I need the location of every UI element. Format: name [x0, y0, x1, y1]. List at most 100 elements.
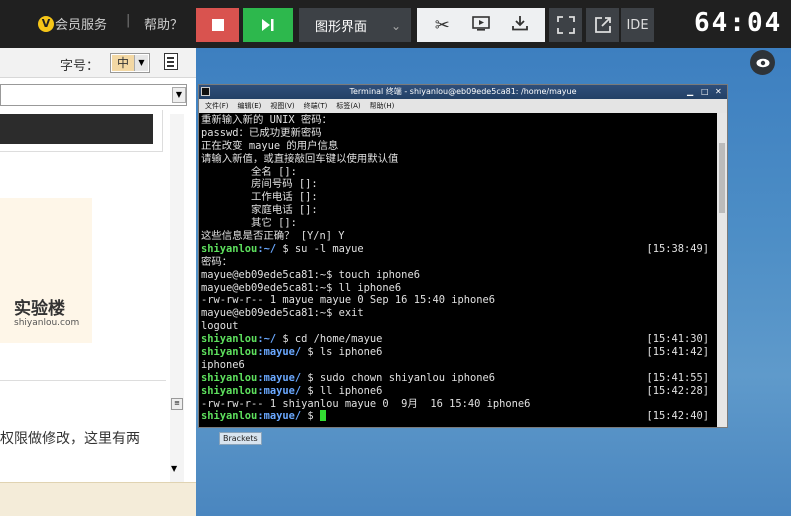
terminal-line: 这些信息是否正确？ [Y/n] Y	[201, 230, 715, 243]
scroll-down-icon[interactable]: ▼	[171, 464, 177, 473]
prompt-path: :mayue/	[257, 384, 302, 397]
vip-icon: V	[38, 15, 54, 32]
terminal-line: mayue@eb09ede5ca81:~$ touch iphone6	[201, 269, 715, 282]
top-bar: V 会员服务 | 帮助？ 图形界面 ⌄ ✂ IDE 64:04	[0, 0, 791, 48]
open-external-button[interactable]	[586, 8, 619, 42]
command-text: $ ls iphone6	[301, 346, 383, 359]
minimize-icon[interactable]: ▁	[687, 87, 693, 97]
terminal-titlebar[interactable]: Terminal 终端 - shiyanlou@eb09ede5ca81: /h…	[199, 85, 727, 99]
chevron-down-icon: ▼	[134, 55, 148, 71]
display-mode-select[interactable]: 图形界面 ⌄	[299, 8, 411, 42]
document-select[interactable]: ▼	[0, 84, 187, 106]
vip-service-label: 会员服务	[55, 18, 108, 33]
shiyanlou-logo-card: 实验楼 shiyanlou.com	[0, 198, 92, 343]
eye-icon[interactable]	[750, 50, 775, 75]
terminal-scrollbar[interactable]	[717, 113, 727, 427]
terminal-window: Terminal 终端 - shiyanlou@eb09ede5ca81: /h…	[198, 84, 728, 428]
terminal-line: logout	[201, 320, 715, 333]
maximize-icon[interactable]: □	[701, 87, 709, 97]
prompt-user: shiyanlou	[201, 371, 258, 384]
document-icon[interactable]	[164, 53, 178, 70]
output-text: mayue@eb09ede5ca81:~$ exit	[201, 307, 364, 320]
scroll-thumb[interactable]: ≡	[171, 398, 183, 410]
stop-icon	[211, 19, 224, 31]
screen-share-icon[interactable]	[469, 15, 493, 36]
prompt-user: shiyanlou	[201, 410, 258, 423]
chevron-down-icon: ▼	[172, 87, 186, 103]
output-text: 其它 []:	[201, 217, 297, 230]
document-toolbar: 字号： 中 ▼	[0, 48, 196, 78]
timestamp: [15:42:40]	[646, 410, 709, 423]
close-icon[interactable]: ✕	[715, 87, 722, 97]
output-text: mayue@eb09ede5ca81:~$ ll iphone6	[201, 281, 402, 294]
terminal-line: 房间号码 []:	[201, 178, 715, 191]
prompt-path: :mayue/	[257, 346, 302, 359]
fullscreen-button[interactable]	[549, 8, 582, 42]
menu-edit[interactable]: 编辑(E)	[238, 101, 262, 111]
vip-service-link[interactable]: V 会员服务	[38, 14, 107, 33]
fullscreen-icon	[556, 16, 575, 34]
menu-view[interactable]: 视图(V)	[270, 101, 294, 111]
output-text: 密码：	[201, 255, 233, 268]
terminal-line: mayue@eb09ede5ca81:~$ exit	[201, 307, 715, 320]
timestamp: [15:38:49]	[646, 242, 709, 255]
stop-button[interactable]	[196, 8, 239, 42]
terminal-cursor	[319, 410, 326, 422]
terminal-line: 密码：	[201, 256, 715, 269]
output-text: logout	[201, 320, 239, 333]
play-step-icon	[262, 19, 274, 31]
desktop-icon-brackets[interactable]: Brackets	[219, 432, 262, 445]
timestamp: [15:41:55]	[646, 371, 709, 384]
dark-banner	[0, 114, 153, 144]
scissors-icon[interactable]: ✂	[430, 15, 454, 36]
output-text: -rw-rw-r-- 1 shiyanlou mayue 0 9月 16 15:…	[201, 397, 531, 410]
output-text: 家庭电话 []:	[201, 204, 318, 217]
scroll-thumb[interactable]	[719, 143, 725, 213]
terminal-line: -rw-rw-r-- 1 shiyanlou mayue 0 9月 16 15:…	[201, 398, 715, 411]
terminal-line: 重新输入新的 UNIX 密码：	[201, 114, 715, 127]
menu-terminal[interactable]: 终端(T)	[304, 101, 328, 111]
output-text: iphone6	[201, 358, 245, 371]
menu-help[interactable]: 帮助(H)	[370, 101, 395, 111]
screen: { "topbar": { "vip_badge": "V", "vip_lab…	[0, 0, 791, 516]
menu-tabs[interactable]: 标签(A)	[336, 101, 360, 111]
resume-button[interactable]	[243, 8, 293, 42]
output-text: 重新输入新的 UNIX 密码：	[201, 114, 333, 126]
terminal-line: -rw-rw-r-- 1 mayue mayue 0 Sep 16 15:40 …	[201, 294, 715, 307]
terminal-line: shiyanlou:mayue/ $ sudo chown shiyanlou …	[201, 372, 715, 385]
terminal-line: shiyanlou:~/ $ su -l mayue [15:38:49]	[201, 243, 715, 256]
terminal-line: passwd：已成功更新密码	[201, 127, 715, 140]
document-scrollbar[interactable]: ≡ ▼	[170, 114, 184, 482]
ide-button[interactable]: IDE	[621, 8, 654, 42]
help-link[interactable]: 帮助？	[144, 14, 183, 33]
menu-file[interactable]: 文件(F)	[205, 101, 229, 111]
prompt-path: :~/	[257, 242, 277, 255]
terminal-line: iphone6	[201, 359, 715, 372]
display-mode-label: 图形界面	[315, 19, 368, 35]
external-link-icon	[594, 17, 611, 33]
countdown-timer: 64:04	[694, 8, 783, 38]
terminal-title: Terminal 终端 - shiyanlou@eb09ede5ca81: /h…	[349, 87, 577, 96]
command-text: $	[301, 410, 320, 423]
font-size-select[interactable]: 中 ▼	[110, 53, 150, 73]
output-text: mayue@eb09ede5ca81:~$ touch iphone6	[201, 268, 420, 281]
output-text: 正在改变 mayue 的用户信息	[201, 139, 339, 152]
terminal-line: shiyanlou:mayue/ $ [15:42:40]	[201, 410, 715, 423]
prompt-user: shiyanlou	[201, 333, 258, 346]
terminal-line: 工作电话 []:	[201, 191, 715, 204]
prompt-user: shiyanlou	[201, 384, 258, 397]
separator: |	[126, 13, 131, 28]
logo-text: 实验楼	[14, 299, 65, 319]
prompt-path: :~/	[257, 333, 277, 346]
prompt-user: shiyanlou	[201, 346, 258, 359]
terminal-line: 其它 []:	[201, 217, 715, 230]
download-icon[interactable]	[508, 15, 532, 36]
command-text: $ sudo chown shiyanlou iphone6	[301, 371, 496, 384]
terminal-line: shiyanlou:mayue/ $ ls iphone6 [15:41:42]	[201, 346, 715, 359]
output-text: 这些信息是否正确？ [Y/n] Y	[201, 230, 345, 243]
terminal-output[interactable]: 重新输入新的 UNIX 密码： passwd：已成功更新密码 正在改变 mayue …	[199, 113, 717, 427]
prompt-path: :mayue/	[257, 371, 302, 384]
logo-subtext: shiyanlou.com	[14, 318, 80, 328]
font-size-value: 中	[112, 55, 134, 71]
terminal-line: shiyanlou:mayue/ $ ll iphone6 [15:42:28]	[201, 385, 715, 398]
